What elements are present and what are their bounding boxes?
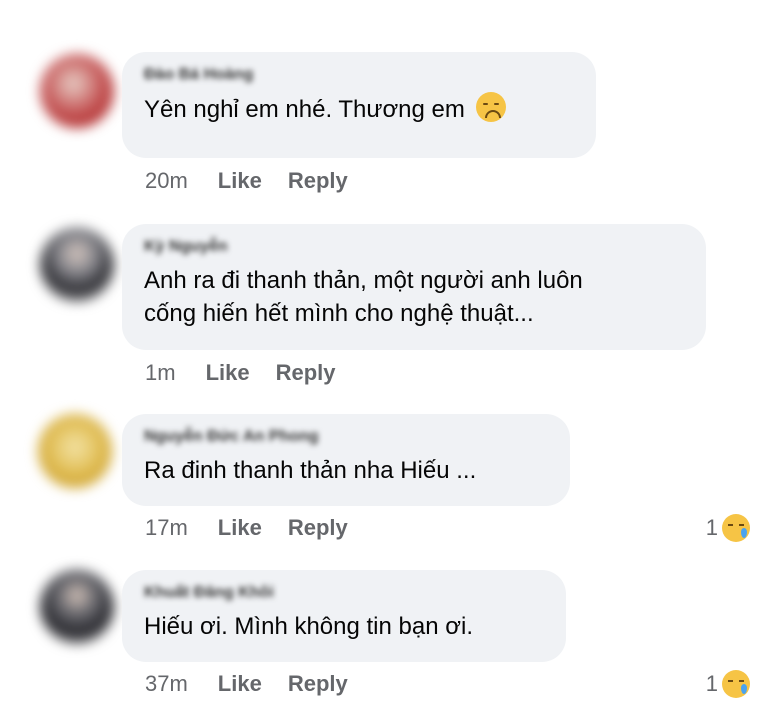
comment-timestamp[interactable]: 20m — [145, 168, 188, 193]
comment-author[interactable]: Đào Bá Hoàng — [144, 64, 574, 86]
like-button[interactable]: Like — [206, 360, 250, 385]
reply-button[interactable]: Reply — [288, 168, 348, 193]
comment-author[interactable]: Khuất Đăng Khôi — [144, 582, 544, 604]
reply-button[interactable]: Reply — [288, 671, 348, 696]
comment-actions: 17m Like Reply — [145, 513, 374, 543]
comment-bubble: Đào Bá Hoàng Yên nghỉ em nhé. Thương em — [122, 52, 596, 158]
comment-timestamp[interactable]: 1m — [145, 360, 176, 385]
like-button[interactable]: Like — [218, 515, 262, 540]
reaction-count: 1 — [705, 515, 718, 540]
reaction-summary[interactable]: 1 — [706, 513, 750, 543]
comment-actions: 37m Like Reply — [145, 669, 374, 699]
reply-button[interactable]: Reply — [288, 515, 348, 540]
reaction-summary[interactable]: 1 — [706, 669, 750, 699]
comment-text: Ra đinh thanh thản nha Hiếu ... — [144, 457, 477, 484]
comment-author[interactable]: Kỳ Nguyễn — [144, 236, 684, 258]
like-button[interactable]: Like — [218, 671, 262, 696]
avatar[interactable] — [40, 54, 114, 128]
avatar[interactable] — [40, 228, 114, 302]
comment-author[interactable]: Nguyễn Đức An Phong — [144, 426, 548, 448]
comment-text: Hiếu ơi. Mình không tin bạn ơi. — [144, 613, 473, 640]
disappointed-face-icon — [475, 92, 506, 122]
comment-actions: 20m Like Reply — [145, 166, 374, 196]
comment-text: Anh ra đi thanh thản, một người anh luôn… — [144, 267, 583, 327]
comment-timestamp[interactable]: 17m — [145, 515, 188, 540]
comment-bubble: Khuất Đăng Khôi Hiếu ơi. Mình không tin … — [122, 570, 566, 662]
reaction-count: 1 — [705, 671, 718, 696]
crying-face-icon — [722, 514, 750, 542]
comment-timestamp[interactable]: 37m — [145, 671, 188, 696]
comment-bubble: Kỳ Nguyễn Anh ra đi thanh thản, một ngườ… — [122, 224, 706, 350]
comment-bubble: Nguyễn Đức An Phong Ra đinh thanh thản n… — [122, 414, 570, 506]
avatar[interactable] — [40, 570, 114, 644]
like-button[interactable]: Like — [218, 168, 262, 193]
avatar[interactable] — [38, 414, 112, 488]
reply-button[interactable]: Reply — [276, 360, 336, 385]
comment-text: Yên nghỉ em nhé. Thương em — [144, 92, 574, 126]
crying-face-icon — [722, 670, 750, 698]
comment-actions: 1m Like Reply — [145, 358, 362, 388]
